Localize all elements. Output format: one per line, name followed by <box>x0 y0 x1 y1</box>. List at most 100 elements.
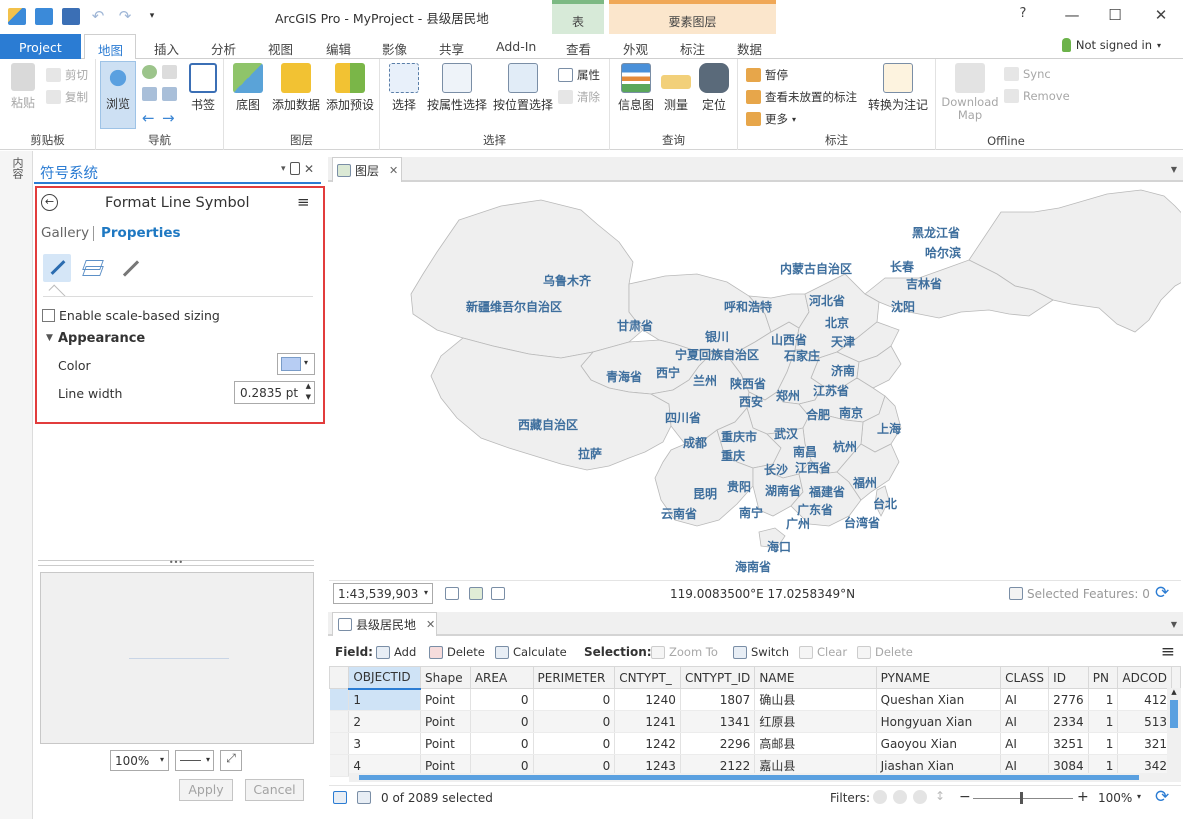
delete-selection-button[interactable]: Delete <box>857 645 913 659</box>
table-row[interactable]: 3 Point 0 0 1242 2296 高邮县 Gaoyou Xian AI 3251 1 321 <box>329 732 1181 755</box>
tab-project[interactable]: Project <box>0 34 81 59</box>
line-width-input[interactable]: 0.2835 pt ▲ ▼ <box>234 381 315 404</box>
row-selector[interactable] <box>329 710 350 733</box>
column-header[interactable]: OBJECTID <box>348 666 422 690</box>
clear-selection-button[interactable]: 清除 <box>558 89 600 105</box>
hscroll-thumb[interactable] <box>359 775 1139 780</box>
zoom-select[interactable]: 100% ▾ <box>110 750 169 771</box>
tab-properties[interactable]: Properties <box>101 225 181 241</box>
fixed-zoom-icon[interactable] <box>162 65 177 79</box>
zoom-in-icon[interactable] <box>142 87 157 101</box>
new-project-icon[interactable] <box>8 8 26 25</box>
column-header[interactable]: CNTYPT_ID <box>679 666 756 689</box>
tab-map[interactable]: 地图 <box>84 34 136 60</box>
table-cell[interactable]: 1240 <box>614 688 681 711</box>
chevron-down-icon[interactable]: ▼ <box>1171 165 1177 174</box>
tab-imagery[interactable]: 影像 <box>382 39 407 58</box>
switch-selection-button[interactable]: Switch <box>733 645 789 659</box>
expand-chevron-icon[interactable]: ▼ <box>46 333 53 343</box>
calculate-button[interactable]: Calculate <box>495 645 567 659</box>
cancel-button[interactable]: Cancel <box>245 779 304 801</box>
refresh-icon[interactable]: ⟳ <box>1155 583 1169 603</box>
scroll-thumb[interactable] <box>1170 700 1178 728</box>
table-cell[interactable]: AI <box>1000 732 1050 755</box>
row-selector[interactable] <box>329 754 350 777</box>
table-cell[interactable]: AI <box>1000 710 1050 733</box>
undo-icon[interactable]: ↶ <box>89 8 107 25</box>
table-cell[interactable]: 1 <box>1088 732 1119 755</box>
open-folder-icon[interactable] <box>35 8 53 25</box>
sync-button[interactable]: Sync <box>1004 67 1051 81</box>
column-header[interactable]: ADCOD <box>1117 666 1172 689</box>
column-header[interactable]: ID <box>1048 666 1089 689</box>
infographics-button[interactable]: 信息图 <box>616 63 656 113</box>
appearance-heading[interactable]: Appearance <box>58 331 145 346</box>
table-cell[interactable]: 0 <box>533 688 616 711</box>
close-icon[interactable]: ✕ <box>389 164 398 177</box>
table-cell[interactable]: 3251 <box>1048 732 1089 755</box>
download-map-button[interactable]: Download Map <box>938 63 1002 122</box>
table-cell[interactable]: Point <box>420 732 471 755</box>
tab-analysis[interactable]: 分析 <box>211 39 236 58</box>
tab-data[interactable]: 数据 <box>737 39 762 58</box>
column-header[interactable]: PN <box>1087 666 1119 689</box>
table-cell[interactable]: 1341 <box>680 710 756 733</box>
explore-button[interactable]: 浏览 <box>100 61 136 129</box>
back-button[interactable]: ← <box>41 194 58 211</box>
remove-button[interactable]: Remove <box>1004 89 1070 103</box>
column-header[interactable]: PYNAME <box>875 666 1002 689</box>
stroke-tab-icon[interactable] <box>43 254 71 282</box>
locate-button[interactable]: 定位 <box>698 63 730 113</box>
menu-icon[interactable]: ≡ <box>297 195 310 210</box>
convert-to-annotation-button[interactable]: 转换为注记 <box>866 63 930 113</box>
zoom-out-button[interactable]: − <box>959 789 971 805</box>
zoom-slider[interactable] <box>973 792 1073 804</box>
back-arrow-icon[interactable]: ← <box>142 109 155 127</box>
tab-addin[interactable]: Add-In <box>496 39 536 54</box>
table-cell[interactable]: 确山县 <box>754 688 877 711</box>
table-cell[interactable]: 2296 <box>680 732 756 755</box>
filter-range-icon[interactable] <box>913 790 927 804</box>
spinner-up-icon[interactable]: ▲ <box>306 382 311 390</box>
select-by-attributes-button[interactable]: 按属性选择 <box>425 63 489 113</box>
contents-tab[interactable]: 内容 <box>9 157 24 179</box>
splitter[interactable]: ••• <box>38 559 314 567</box>
table-cell[interactable]: 0 <box>533 710 616 733</box>
table-cell[interactable]: 3 <box>348 732 422 755</box>
chevron-down-icon[interactable]: ▾ <box>1137 792 1141 801</box>
apply-button[interactable]: Apply <box>179 779 233 801</box>
copy-button[interactable]: 复制 <box>46 89 88 105</box>
scroll-up-icon[interactable]: ▲ <box>1167 688 1181 696</box>
attribute-table-tab[interactable]: 县级居民地 ✕ <box>332 612 437 636</box>
more-labeling-button[interactable]: 更多 ▾ <box>746 111 796 127</box>
table-cell[interactable]: Point <box>420 688 471 711</box>
add-data-button[interactable]: 添加数据 <box>271 63 321 113</box>
table-grid-icon[interactable] <box>491 587 505 600</box>
pane-options-icon[interactable]: ▾ <box>281 164 286 174</box>
spinner-down-icon[interactable]: ▼ <box>306 393 311 401</box>
row-selector[interactable] <box>329 688 350 711</box>
pin-icon[interactable] <box>290 162 300 175</box>
zoom-in-button[interactable]: + <box>1077 789 1089 805</box>
basemap-button[interactable]: 底图 <box>230 63 266 113</box>
table-cell[interactable]: 1807 <box>680 688 756 711</box>
table-menu-icon[interactable]: ≡ <box>1161 642 1175 662</box>
horizontal-scrollbar[interactable] <box>349 773 1167 782</box>
paste-button[interactable]: 粘贴 <box>6 63 40 111</box>
select-button[interactable]: 选择 <box>386 63 422 113</box>
map-view-tab[interactable]: 图层 ✕ <box>332 157 402 182</box>
table-cell[interactable]: 1241 <box>614 710 681 733</box>
bookmarks-button[interactable]: 书签 <box>186 63 220 113</box>
clear-selection-button-table[interactable]: Clear <box>799 645 847 659</box>
tab-edit[interactable]: 编辑 <box>326 39 351 58</box>
enable-scale-checkbox[interactable] <box>42 309 55 322</box>
redo-icon[interactable]: ↷ <box>116 8 134 25</box>
scale-select[interactable]: 1:43,539,903 ▾ <box>333 583 433 604</box>
table-cell[interactable]: 513 <box>1117 710 1172 733</box>
add-preset-button[interactable]: 添加预设 <box>325 63 375 113</box>
user-signin[interactable]: Not signed in ▾ <box>1061 38 1161 52</box>
table-cell[interactable]: 红原县 <box>754 710 877 733</box>
table-cell[interactable]: 412 <box>1117 688 1172 711</box>
table-view-icon[interactable] <box>333 791 347 804</box>
refresh-icon[interactable]: ⟳ <box>1155 787 1169 807</box>
